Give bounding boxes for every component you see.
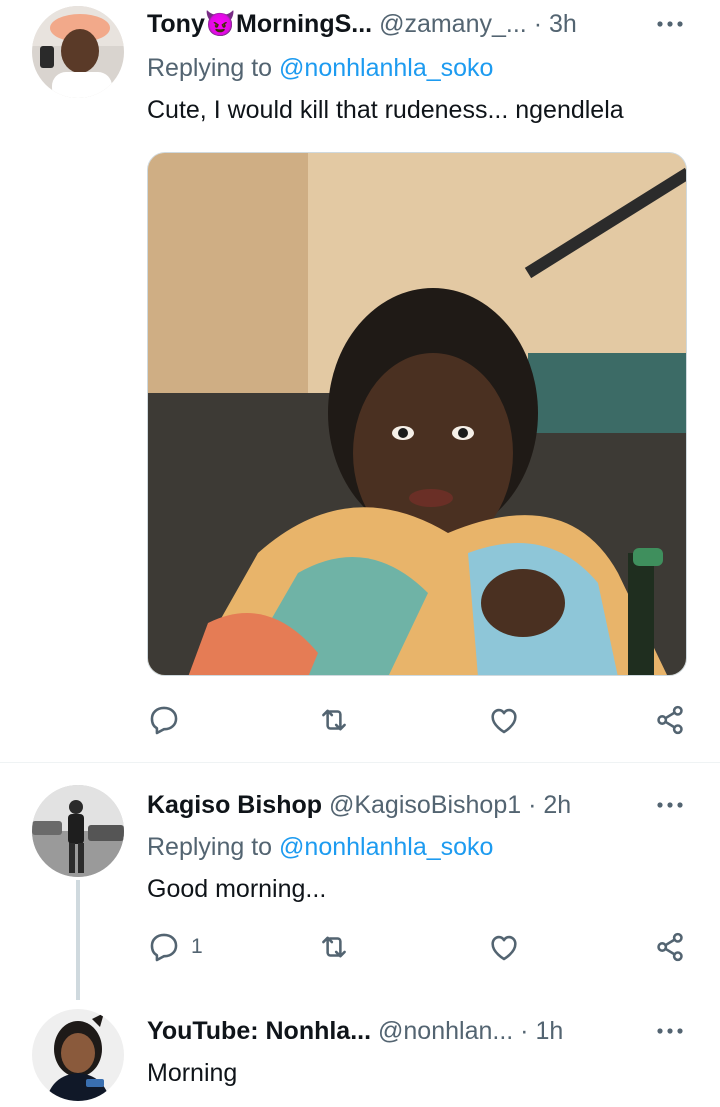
replying-prefix: Replying to bbox=[147, 54, 273, 82]
more-icon bbox=[657, 802, 683, 808]
retweet-button[interactable] bbox=[317, 927, 351, 967]
replying-prefix: Replying to bbox=[147, 833, 273, 861]
user-handle[interactable]: @zamany_... bbox=[379, 10, 527, 38]
replying-to: Replying to @nonhlanhla_soko bbox=[147, 50, 493, 86]
tweet-1[interactable]: Tony😈MorningS... @zamany_... · 3h Replyi… bbox=[0, 0, 720, 760]
avatar-image bbox=[32, 1009, 124, 1101]
display-name[interactable]: Tony bbox=[147, 10, 205, 38]
tweet-actions bbox=[147, 700, 692, 740]
replying-to-link[interactable]: @nonhlanhla_soko bbox=[279, 833, 493, 861]
more-icon bbox=[657, 1028, 683, 1034]
meme-photo bbox=[148, 153, 686, 675]
tweet-media-image[interactable] bbox=[147, 152, 687, 676]
heart-icon bbox=[491, 935, 517, 961]
like-button[interactable] bbox=[487, 927, 521, 967]
reply-count: 1 bbox=[191, 935, 203, 958]
share-icon bbox=[657, 932, 683, 962]
avatar-kagiso[interactable] bbox=[32, 785, 124, 877]
share-button[interactable] bbox=[653, 700, 687, 740]
reply-icon bbox=[150, 933, 178, 962]
reply-button[interactable] bbox=[147, 700, 181, 740]
retweet-icon bbox=[322, 936, 346, 958]
timestamp[interactable]: 2h bbox=[543, 791, 571, 819]
replying-to: Replying to @nonhlanhla_soko bbox=[147, 829, 493, 865]
separator-dot: · bbox=[520, 1017, 529, 1045]
devil-emoji: 😈 bbox=[204, 10, 237, 38]
tweet-header: Kagiso Bishop @KagisoBishop1 · 2h bbox=[147, 787, 571, 823]
more-button[interactable] bbox=[652, 6, 688, 42]
avatar-nonhlanhla[interactable] bbox=[32, 1009, 124, 1101]
display-name[interactable]: Kagiso Bishop bbox=[147, 791, 322, 819]
like-button[interactable] bbox=[487, 700, 521, 740]
heart-icon bbox=[491, 708, 517, 734]
tweet-text: Morning bbox=[147, 1059, 238, 1087]
separator-dot: · bbox=[528, 791, 537, 819]
separator-dot: · bbox=[533, 10, 543, 38]
avatar-image bbox=[32, 6, 124, 98]
more-button[interactable] bbox=[652, 787, 688, 823]
tweet-3[interactable]: YouTube: Nonhla... @nonhlan... · 1h Morn… bbox=[0, 1007, 720, 1107]
avatar-tony[interactable] bbox=[32, 6, 124, 98]
more-icon bbox=[657, 21, 683, 27]
tweet-text: Good morning... bbox=[147, 875, 327, 903]
replying-to-link[interactable]: @nonhlanhla_soko bbox=[279, 54, 493, 82]
tweet-actions: 1 bbox=[147, 927, 692, 967]
more-button[interactable] bbox=[652, 1013, 688, 1049]
tweet-text: Cute, I would kill that rudeness... ngen… bbox=[147, 96, 624, 124]
reply-icon bbox=[150, 706, 178, 735]
avatar-image bbox=[32, 785, 124, 877]
user-handle[interactable]: @KagisoBishop1 bbox=[329, 791, 521, 819]
retweet-icon bbox=[322, 709, 346, 731]
display-name-rest[interactable]: MorningS... bbox=[236, 10, 372, 38]
thread-connector-line bbox=[76, 880, 80, 1000]
reply-button[interactable]: 1 bbox=[147, 927, 203, 967]
tweet-header: YouTube: Nonhla... @nonhlan... · 1h bbox=[147, 1013, 563, 1049]
tweet-header: Tony😈MorningS... @zamany_... · 3h bbox=[147, 6, 577, 42]
share-icon bbox=[657, 705, 683, 735]
share-button[interactable] bbox=[653, 927, 687, 967]
timestamp[interactable]: 3h bbox=[549, 10, 577, 38]
tweet-2[interactable]: Kagiso Bishop @KagisoBishop1 · 2h Replyi… bbox=[0, 763, 720, 1007]
display-name[interactable]: YouTube: Nonhla... bbox=[147, 1017, 371, 1045]
user-handle[interactable]: @nonhlan... bbox=[378, 1017, 513, 1045]
retweet-button[interactable] bbox=[317, 700, 351, 740]
timestamp[interactable]: 1h bbox=[535, 1017, 563, 1045]
